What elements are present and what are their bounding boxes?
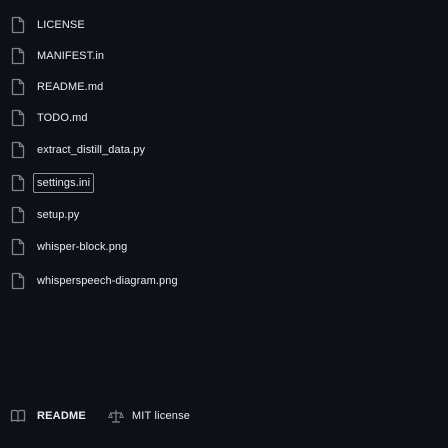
file-icon xyxy=(10,271,26,291)
file-name[interactable]: whisper-block.png xyxy=(37,241,127,253)
file-icon xyxy=(10,237,26,257)
file-name[interactable]: settings.ini xyxy=(33,173,95,193)
file-icon xyxy=(10,15,26,35)
file-row-whisperspeech-diagram[interactable]: whisperspeech-diagram.png xyxy=(10,269,178,293)
file-icon xyxy=(10,140,26,160)
file-row-readme[interactable]: README.md xyxy=(10,75,103,99)
file-name[interactable]: README.md xyxy=(37,81,103,93)
tab-readme[interactable]: README xyxy=(10,408,86,424)
file-row-todo[interactable]: TODO.md xyxy=(10,106,88,130)
tab-license-label: MIT license xyxy=(131,410,191,422)
file-icon xyxy=(10,108,26,128)
file-row-settings[interactable]: settings.ini xyxy=(10,171,95,195)
file-name[interactable]: whisperspeech-diagram.png xyxy=(37,275,178,287)
file-name[interactable]: extract_distill_data.py xyxy=(37,144,145,156)
file-row-extract-distill-data[interactable]: extract_distill_data.py xyxy=(10,138,145,162)
tab-license[interactable]: MIT license xyxy=(108,408,190,424)
file-row-whisper-block[interactable]: whisper-block.png xyxy=(10,235,127,259)
file-row-manifest[interactable]: MANIFEST.in xyxy=(10,44,104,68)
book-icon xyxy=(10,408,26,424)
file-icon xyxy=(10,46,26,66)
file-icon xyxy=(10,173,26,193)
tab-readme-label: README xyxy=(37,410,86,422)
file-name[interactable]: setup.py xyxy=(37,209,79,221)
file-row-setup[interactable]: setup.py xyxy=(10,203,79,227)
repo-footer-tabs: README MIT license xyxy=(10,404,212,428)
file-icon xyxy=(10,205,26,225)
file-name[interactable]: MANIFEST.in xyxy=(37,50,104,62)
file-icon xyxy=(10,77,26,97)
file-name[interactable]: LICENSE xyxy=(37,19,85,31)
scale-icon xyxy=(108,408,124,424)
file-row-license[interactable]: LICENSE xyxy=(10,13,85,37)
file-name[interactable]: TODO.md xyxy=(37,112,88,124)
